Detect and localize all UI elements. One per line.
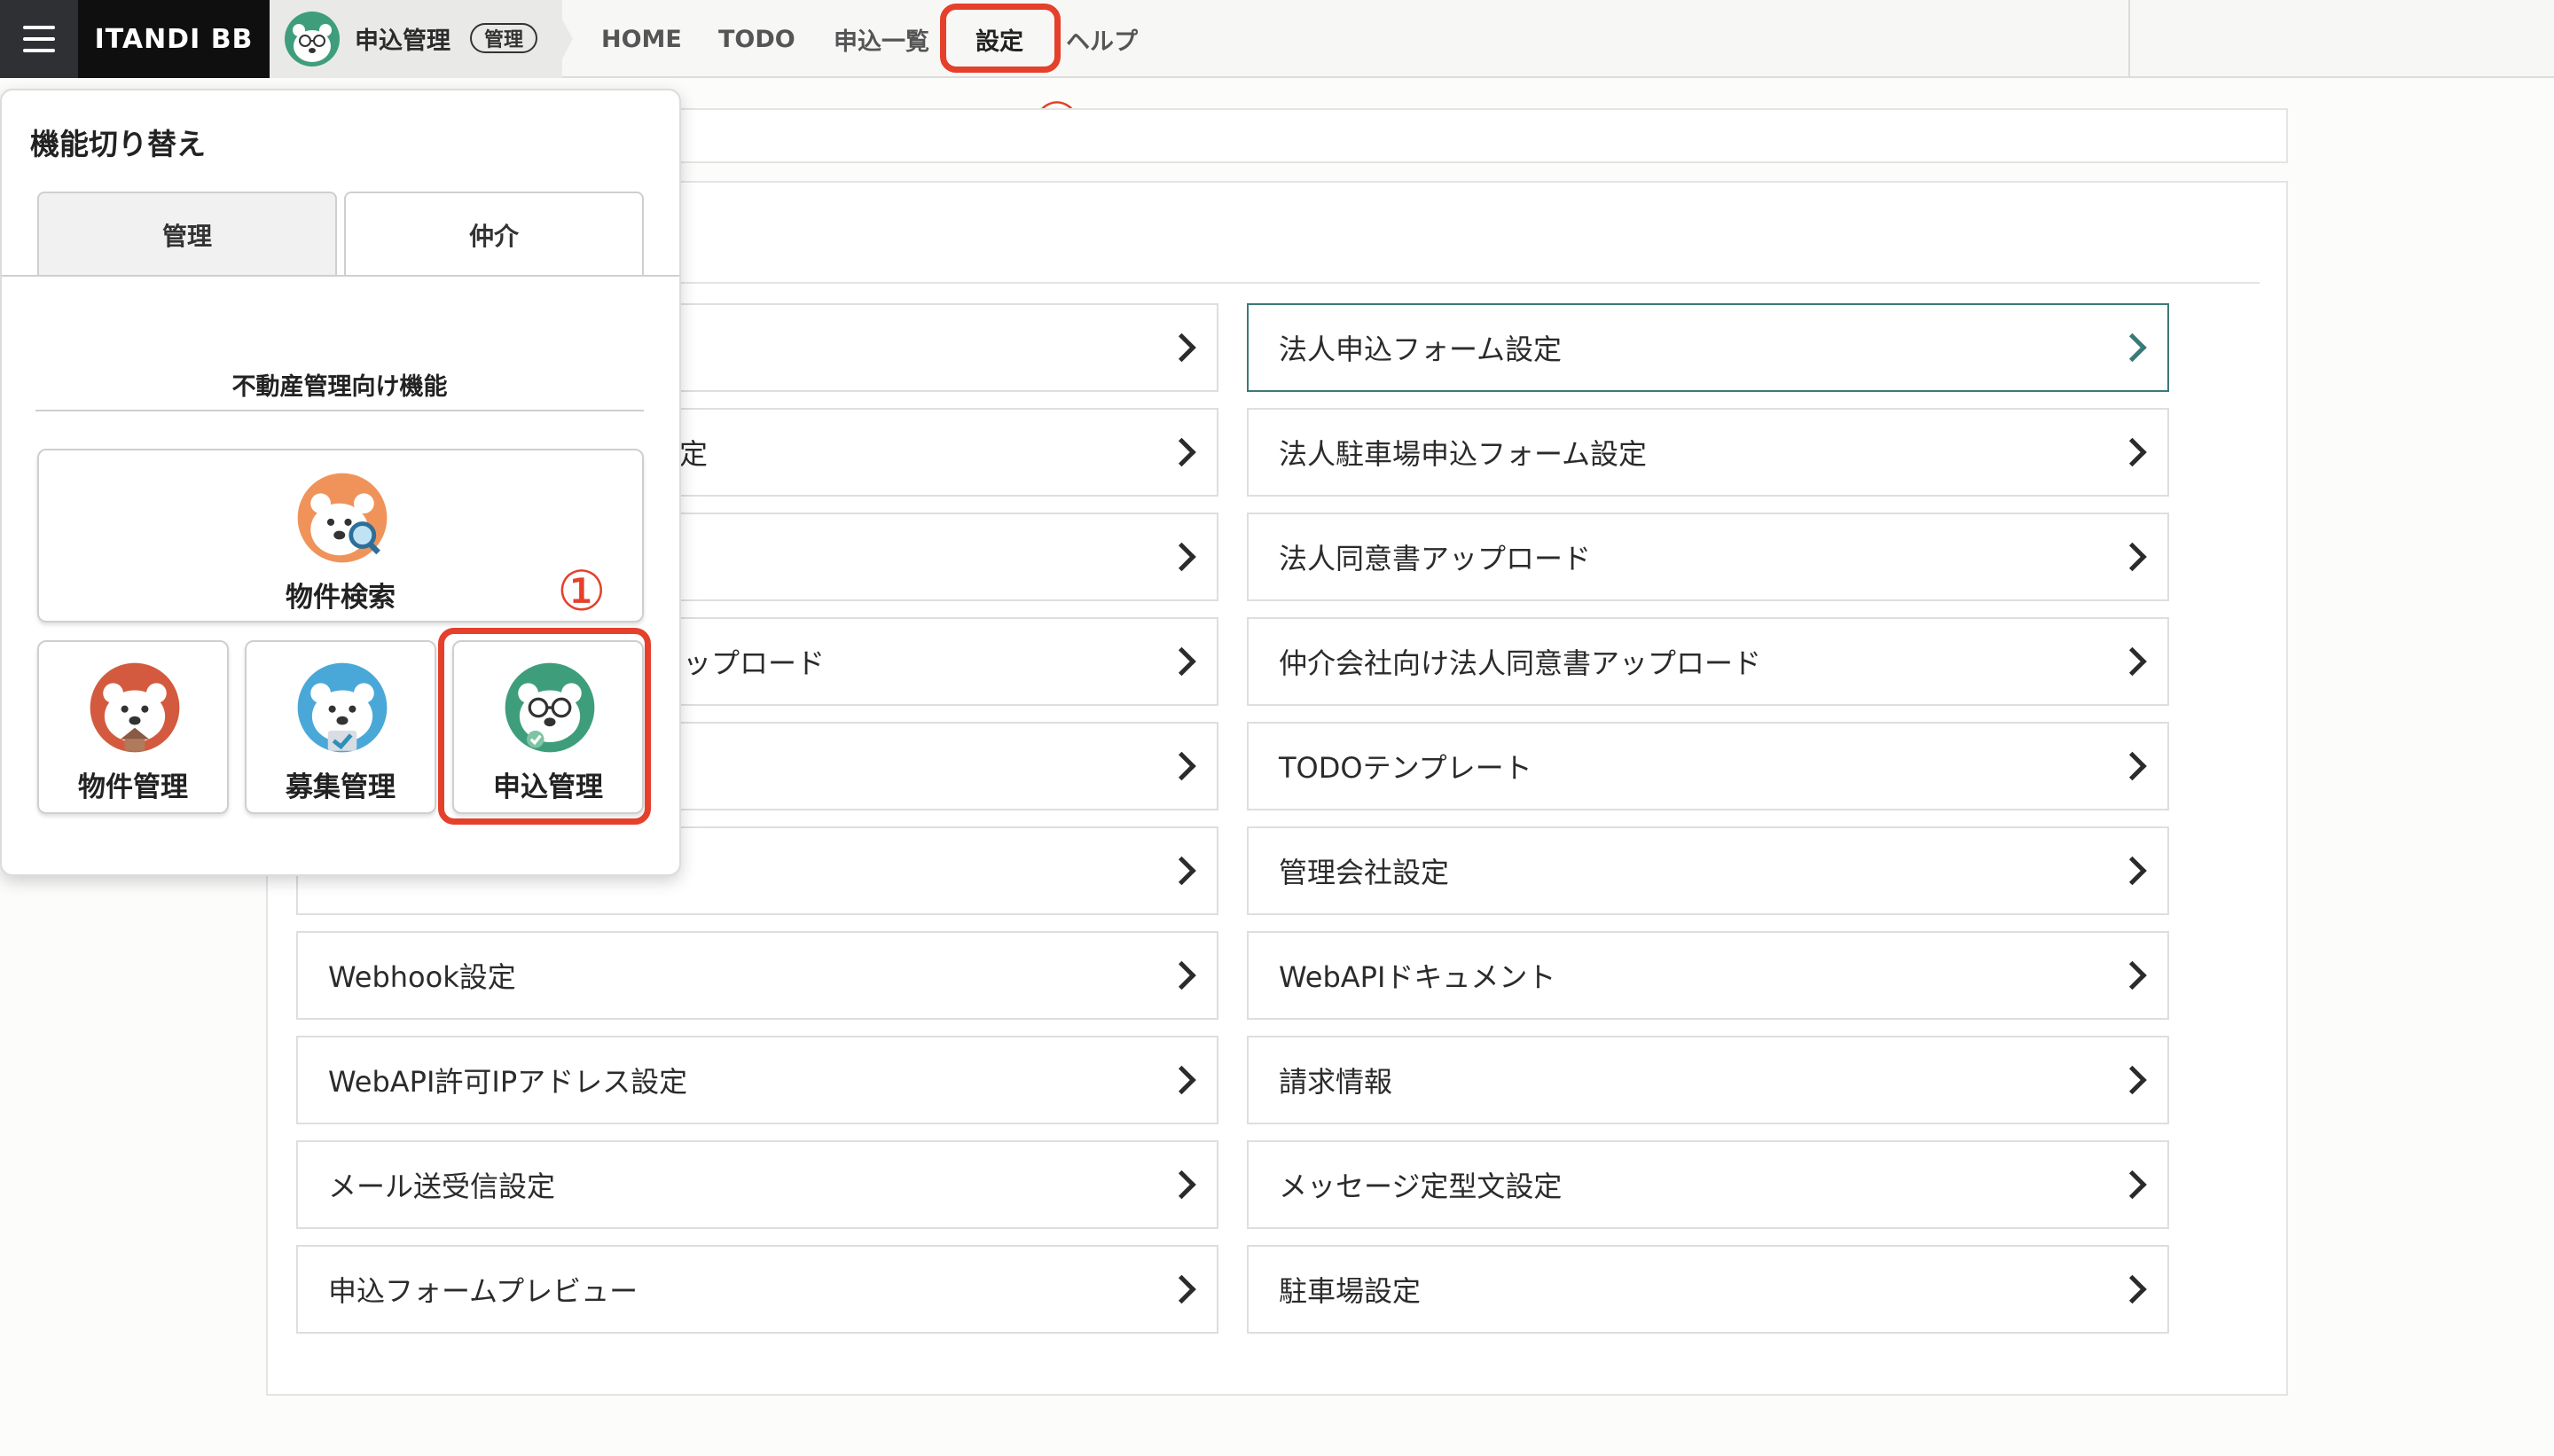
settings-item-label: メッセージ定型文設定 (1279, 1170, 1563, 1203)
chevron-right-icon (1167, 960, 1196, 990)
settings-item-form-preview[interactable]: 申込フォームプレビュー (296, 1245, 1218, 1334)
settings-item-management-company[interactable]: 管理会社設定 (1247, 826, 2169, 915)
settings-item-label: 法人申込フォーム設定 (1279, 333, 1563, 366)
feature-label: 物件検索 (286, 582, 396, 614)
feature-property-search-button[interactable]: 物件検索 (37, 449, 644, 622)
chevron-right-icon (2118, 437, 2147, 467)
chevron-right-icon (2118, 1274, 2147, 1304)
tab-underline (2, 275, 679, 277)
chevron-right-icon (2118, 1170, 2147, 1200)
bear-magnifier-icon (297, 473, 388, 563)
settings-item-label: Webhook設定 (328, 960, 516, 994)
settings-item-label: WebAPI許可IPアドレス設定 (328, 1065, 688, 1099)
tab-management[interactable]: 管理 (37, 192, 337, 277)
chevron-right-icon (2118, 856, 2147, 886)
settings-item-parking[interactable]: 駐車場設定 (1247, 1245, 2169, 1334)
chevron-right-icon (1167, 1065, 1196, 1095)
chevron-right-icon (2118, 542, 2147, 572)
settings-item-webhook[interactable]: Webhook設定 (296, 931, 1218, 1020)
feature-label: 募集管理 (286, 771, 396, 803)
popup-title: 機能切り替え (30, 127, 206, 161)
settings-item-billing[interactable]: 請求情報 (1247, 1036, 2169, 1124)
settings-item-label: 仲介会社向け法人同意書アップロード (1279, 646, 1762, 680)
bear-house-icon (90, 662, 180, 753)
settings-item-message-templates[interactable]: メッセージ定型文設定 (1247, 1140, 2169, 1229)
nav-application-list[interactable]: 申込一覧 (834, 0, 929, 78)
settings-item-corporate-form[interactable]: 法人申込フォーム設定 (1247, 303, 2169, 392)
chevron-right-icon (1167, 646, 1196, 677)
card-divider (568, 282, 2260, 284)
hamburger-menu-icon[interactable] (0, 0, 78, 78)
settings-item-label: WebAPIドキュメント (1279, 960, 1556, 994)
chevron-right-icon (2118, 646, 2147, 677)
chevron-right-icon (1167, 1274, 1196, 1304)
chevron-right-icon (2118, 1065, 2147, 1095)
tab-brokerage[interactable]: 仲介 (344, 192, 644, 277)
settings-item-broker-consent-upload[interactable]: 仲介会社向け法人同意書アップロード (1247, 617, 2169, 706)
current-app-name: 申込管理 (355, 27, 450, 55)
feature-recruitment-management-button[interactable]: 募集管理 (245, 640, 436, 814)
chevron-right-icon (1167, 751, 1196, 781)
bear-check-icon (297, 662, 388, 753)
settings-item-mail[interactable]: メール送受信設定 (296, 1140, 1218, 1229)
settings-item-label: ップロード (683, 646, 826, 680)
feature-label: 物件管理 (78, 771, 188, 803)
settings-item-label: TODOテンプレート (1279, 751, 1532, 785)
settings-item-label: 法人同意書アップロード (1279, 542, 1592, 575)
chevron-right-icon (1167, 437, 1196, 467)
bear-glasses-avatar-icon (285, 12, 340, 67)
settings-item-label: 駐車場設定 (1279, 1274, 1422, 1308)
topbar-divider (2128, 0, 2130, 78)
settings-item-webapi-ip[interactable]: WebAPI許可IPアドレス設定 (296, 1036, 1218, 1124)
settings-item-label: メール送受信設定 (328, 1170, 556, 1203)
annotation-box-application (438, 628, 651, 825)
chevron-right-icon (1167, 542, 1196, 572)
app-role-badge: 管理 (470, 23, 538, 53)
settings-item-label: 定 (679, 437, 709, 471)
chevron-right-icon (1167, 856, 1196, 886)
settings-item-corporate-consent-upload[interactable]: 法人同意書アップロード (1247, 513, 2169, 601)
search-strip (550, 108, 2288, 163)
nav-todo[interactable]: TODO (718, 0, 795, 78)
settings-item-corporate-parking-form[interactable]: 法人駐車場申込フォーム設定 (1247, 408, 2169, 497)
chevron-right-icon (1167, 333, 1196, 363)
section-title: 不動産管理向け機能 (231, 373, 448, 401)
settings-item-label: 請求情報 (1279, 1065, 1393, 1099)
nav-help[interactable]: ヘルプ (1066, 0, 1138, 78)
chevron-right-icon (2118, 751, 2147, 781)
app-switcher-arrow (552, 0, 573, 78)
settings-item-todo-template[interactable]: TODOテンプレート (1247, 722, 2169, 810)
annotation-step-1: ① (557, 559, 607, 623)
settings-item-label: 申込フォームプレビュー (328, 1274, 638, 1308)
nav-home[interactable]: HOME (601, 0, 682, 78)
settings-item-label: 法人駐車場申込フォーム設定 (1279, 437, 1648, 471)
settings-item-webapi-docs[interactable]: WebAPIドキュメント (1247, 931, 2169, 1020)
annotation-box-settings (940, 4, 1061, 73)
settings-item-label: 管理会社設定 (1279, 856, 1450, 889)
feature-property-management-button[interactable]: 物件管理 (37, 640, 229, 814)
chevron-right-icon (2118, 333, 2147, 363)
chevron-right-icon (1167, 1170, 1196, 1200)
section-divider (35, 410, 644, 411)
itandi-logo[interactable]: ITANDI BB (78, 0, 270, 78)
chevron-right-icon (2118, 960, 2147, 990)
